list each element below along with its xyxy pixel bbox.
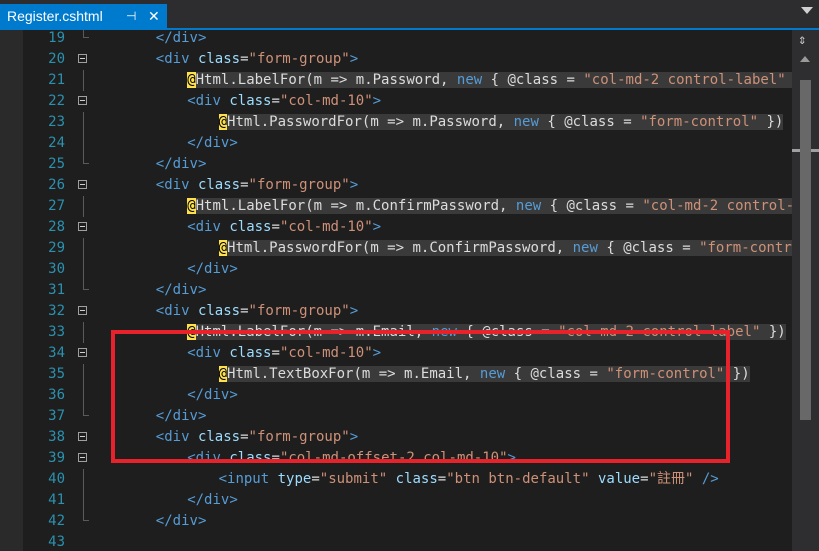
line-number: 25 [48,156,65,172]
collapse-icon[interactable] [78,306,87,315]
code-text: <div class="form-group"> [155,303,359,319]
outline-guide [83,154,89,164]
line-number: 41 [48,492,65,508]
line-number: 38 [48,429,65,445]
line-number: 27 [48,198,65,214]
line-number: 32 [48,303,65,319]
highlight-box [111,330,730,463]
scrollbar-thumb[interactable] [800,80,811,420]
code-text: @Html.LabelFor(m => m.Password, new { @c… [187,70,792,91]
outline-guide [83,280,89,290]
code-line[interactable]: 28 <div class="col-md-10"> [0,217,792,238]
outline-guide [83,469,84,490]
outline-guide [83,259,84,280]
code-line[interactable]: 24 </div> [0,133,792,154]
outline-guide [83,30,89,38]
split-window-icon[interactable]: ⇕ [798,32,806,48]
collapse-icon[interactable] [78,222,87,231]
code-line[interactable]: 20 <div class="form-group"> [0,49,792,70]
scroll-up-icon[interactable] [800,56,810,62]
code-text: <div class="form-group"> [155,177,359,193]
outline-guide [83,511,89,521]
collapse-icon[interactable] [78,54,87,63]
code-text: <div class="form-group"> [155,51,359,67]
code-line[interactable]: 21 @Html.LabelFor(m => m.Password, new { … [0,70,792,91]
line-number: 30 [48,261,65,277]
outline-guide [83,385,84,406]
outline-guide [83,238,84,259]
outline-guide [83,322,84,343]
document-tab-bar: Register.cshtml ⊣ ✕ [0,0,819,30]
line-number: 40 [48,471,65,487]
line-number: 23 [48,114,65,130]
code-text: </div> [187,261,238,277]
code-line[interactable]: 26 <div class="form-group"> [0,175,792,196]
line-number: 20 [48,51,65,67]
line-number: 34 [48,345,65,361]
code-text: </div> [155,513,207,529]
line-number: 43 [48,534,65,550]
line-number: 26 [48,177,65,193]
line-number: 22 [48,93,65,109]
code-text: <div class="col-md-10"> [187,219,382,235]
outline-guide [83,70,84,91]
code-line[interactable]: 22 <div class="col-md-10"> [0,91,792,112]
line-number: 35 [48,366,65,382]
vertical-scrollbar[interactable]: ⇕ [792,30,819,551]
code-line[interactable]: 27 @Html.LabelFor(m => m.ConfirmPassword,… [0,196,792,217]
code-line[interactable]: 41 </div> [0,490,792,511]
code-line[interactable]: 19 </div> [0,30,792,49]
code-text: </div> [155,282,207,298]
outline-guide [83,196,84,217]
code-line[interactable]: 31 </div> [0,280,792,301]
document-tab[interactable]: Register.cshtml ⊣ ✕ [0,4,167,28]
outline-guide [83,133,84,154]
line-number: 29 [48,240,65,256]
code-text: @Html.PasswordFor(m => m.Password, new {… [218,114,784,130]
code-editor[interactable]: 19 </div> 20 <div class="form-group"> 21 @Htm… [0,30,792,551]
code-text: </div> [155,156,207,172]
collapse-icon[interactable] [78,348,87,357]
pin-icon[interactable]: ⊣ [126,4,136,28]
outline-guide [83,490,84,511]
code-line[interactable]: 42 </div> [0,511,792,532]
line-number: 37 [48,408,65,424]
code-text: <input type="submit" class="btn btn-defa… [218,471,719,487]
code-line[interactable]: 25 </div> [0,154,792,175]
code-line[interactable]: 43 [0,532,792,551]
collapse-icon[interactable] [78,432,87,441]
outline-guide [83,406,89,416]
close-icon[interactable]: ✕ [148,4,160,28]
line-number: 39 [48,450,65,466]
line-number: 42 [48,513,65,529]
line-number: 19 [48,30,65,46]
line-number: 21 [48,72,65,88]
code-text: <div class="col-md-10"> [187,93,382,109]
code-line[interactable]: 40 <input type="submit" class="btn btn-de… [0,469,792,490]
tab-list-dropdown-icon[interactable] [801,7,813,14]
collapse-icon[interactable] [78,180,87,189]
outline-guide [83,364,84,385]
code-text: </div> [187,492,238,508]
line-number: 31 [48,282,65,298]
code-line[interactable]: 23 @Html.PasswordFor(m => m.Password, new… [0,112,792,133]
code-line[interactable]: 30 </div> [0,259,792,280]
outline-guide [83,112,84,133]
collapse-icon[interactable] [78,96,87,105]
line-number: 36 [48,387,65,403]
code-line[interactable]: 32 <div class="form-group"> [0,301,792,322]
line-number: 24 [48,135,65,151]
line-number: 33 [48,324,65,340]
collapse-icon[interactable] [78,453,87,462]
code-text: @Html.LabelFor(m => m.ConfirmPassword, n… [187,196,792,217]
tab-title[interactable]: Register.cshtml [7,4,103,28]
line-number: 28 [48,219,65,235]
code-text: </div> [155,30,207,46]
code-text: @Html.PasswordFor(m => m.ConfirmPassword… [218,238,792,259]
code-text: </div> [187,135,238,151]
code-line[interactable]: 29 @Html.PasswordFor(m => m.ConfirmPasswo… [0,238,792,259]
